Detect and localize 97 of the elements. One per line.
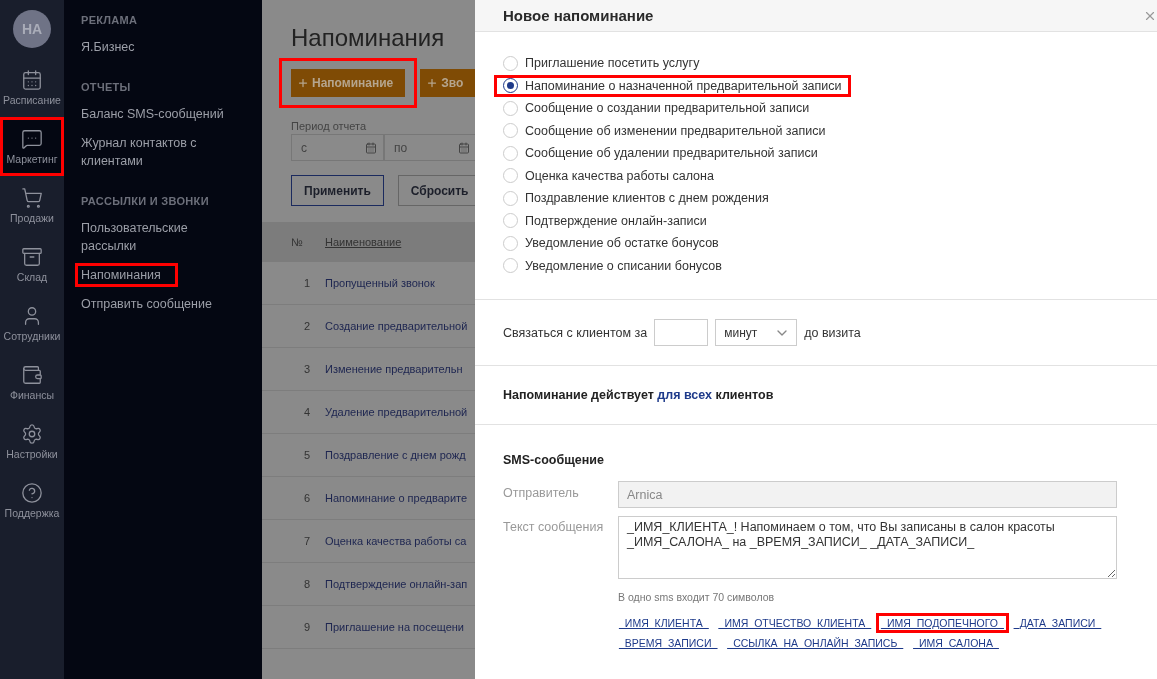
menu-item[interactable]: Я.Бизнес [75, 35, 152, 59]
nav-item[interactable]: Настройки [0, 412, 64, 471]
cart-icon [21, 187, 43, 209]
nav-label: Маркетинг [6, 153, 58, 165]
nav-label: Склад [16, 271, 48, 283]
unit-dropdown[interactable]: минут [715, 319, 798, 346]
nav-label: Продажи [10, 212, 54, 224]
nav-item[interactable]: Расписание [0, 58, 64, 117]
field-label: Период отчета [290, 119, 368, 134]
option-label: Сообщение об изменении предварительной записи [525, 123, 826, 138]
option-label: Подтверждение онлайн-записи [525, 213, 707, 228]
variable-link[interactable]: _ДАТА_ЗАПИСИ_ [1008, 613, 1107, 633]
menu-item[interactable]: Пользовательские рассылки [75, 216, 262, 258]
wallet-icon [21, 364, 43, 386]
nav-label: Финансы [9, 389, 55, 401]
calendar-icon [458, 141, 470, 154]
table-cell[interactable]: Изменение предварительн [310, 363, 463, 375]
radio-option[interactable]: Напоминание о назначенной предварительной записи [494, 74, 851, 97]
table-cell[interactable]: Приглашение на посещени [310, 621, 464, 633]
table-cell-text: 8 [302, 578, 310, 590]
menu-item[interactable]: Баланс SMS-сообщений [75, 102, 241, 126]
number-field[interactable] [654, 319, 709, 346]
table-cell[interactable]: Поздравление с днем рожд [310, 449, 466, 461]
table-cell[interactable]: Пропущенный звонок [310, 277, 435, 289]
dialog-title: Новое напоминание [503, 7, 654, 24]
nav-item[interactable]: Финансы [0, 353, 64, 412]
radio-option[interactable]: Приглашение посетить услугу [494, 52, 709, 75]
table-cell[interactable]: Удаление предварительной [310, 406, 468, 418]
menu-item[interactable]: Отправить сообщение [75, 292, 229, 316]
help-icon [21, 482, 43, 504]
calendar-icon [21, 69, 43, 91]
archive-box-icon [21, 246, 43, 268]
table-cell-text: 7 [302, 535, 310, 547]
scope-text: Напоминание действует для всех клиентов [503, 388, 774, 402]
table-cell[interactable]: Создание предварительной [310, 320, 468, 332]
variable-link[interactable]: _ИМЯ_КЛИЕНТА_ [614, 613, 714, 633]
nav-label: Поддержка [4, 507, 60, 519]
table-cell-text: 9 [302, 621, 310, 633]
plus-icon [426, 77, 439, 89]
table-cell-text: 5 [302, 449, 310, 461]
radio-option[interactable]: Сообщение о создании предварительной записи [494, 97, 819, 120]
option-label: Уведомление об остатке бонусов [525, 236, 719, 251]
section-heading: SMS-сообщение [503, 453, 605, 467]
variable-link[interactable]: _ИМЯ_ПОДОПЕЧНОГО_ [876, 613, 1009, 633]
field-label: Связаться с клиентом за [503, 325, 648, 340]
settings-icon [21, 423, 43, 445]
radio-option[interactable]: Поздравление клиентов с днем рождения [494, 187, 778, 210]
hint-text: В одно sms входит 70 символов [618, 591, 776, 603]
variable-link[interactable]: _ИМЯ_ОТЧЕСТВО_КЛИЕНТА_ [713, 613, 877, 633]
nav-label: Настройки [6, 448, 58, 460]
apply-button[interactable]: Применить [291, 175, 384, 206]
option-label: Уведомление о списании бонусов [525, 258, 722, 273]
table-cell[interactable]: Подтверждение онлайн-зап [310, 578, 468, 590]
nav-item[interactable]: Сотрудники [0, 294, 64, 353]
menu-item[interactable]: Напоминания [75, 263, 178, 287]
option-label: Оценка качества работы салона [525, 168, 714, 183]
chat-bubble-icon [21, 128, 43, 150]
option-label: Сообщение о создании предварительной записи [525, 101, 810, 116]
nav-label: Расписание [3, 94, 61, 106]
column-header: № [290, 236, 304, 248]
nav-item[interactable]: Маркетинг [0, 117, 64, 176]
option-label: Напоминание о назначенной предварительной записи [525, 78, 842, 93]
radio-option[interactable]: Сообщение об удалении предварительной записи [494, 142, 827, 165]
menu-heading: РЕКЛАМА [81, 14, 139, 26]
calendar-icon [365, 141, 377, 154]
radio-option[interactable]: Подтверждение онлайн-записи [494, 209, 716, 232]
page-title: Напоминания [290, 23, 446, 52]
radio-option[interactable]: Уведомление о списании бонусов [494, 254, 731, 277]
nav-label: Сотрудники [3, 330, 61, 342]
menu-item[interactable]: Журнал контактов с клиентами [75, 131, 262, 173]
nav-item[interactable]: Продажи [0, 176, 64, 235]
plus-icon [297, 77, 309, 89]
variable-link[interactable]: _ИМЯ_САЛОНА_ [908, 633, 1004, 653]
message-textarea[interactable]: _ИМЯ_КЛИЕНТА_! Напоминаем о том, что Вы записаны в салон красоты _ИМЯ_САЛОНА_ на _ВРЕМЯ_ЗАПИСИ_ _ДАТА_ЗАПИСИ_ [618, 516, 1117, 579]
nav-item[interactable]: Поддержка [0, 471, 64, 530]
table-cell-text: 1 [302, 277, 310, 289]
option-label: Поздравление клиентов с днем рождения [525, 191, 769, 206]
table-cell-text: 6 [302, 492, 310, 504]
menu-heading: РАССЫЛКИ И ЗВОНКИ [81, 195, 210, 207]
field-label: до визита [804, 325, 861, 340]
field-label: Текст сообщения [503, 519, 605, 534]
table-cell[interactable]: Напоминание о предварите [310, 492, 468, 504]
scope-link[interactable]: для всех [657, 388, 712, 402]
table-cell-text: 2 [302, 320, 310, 332]
variable-link[interactable]: _ВРЕМЯ_ЗАПИСИ_ [614, 633, 723, 653]
variable-link[interactable]: _ССЫЛКА_НА_ОНЛАЙН_ЗАПИСЬ_ [722, 633, 909, 653]
table-cell-text: 3 [302, 363, 310, 375]
table-cell-text: 4 [302, 406, 310, 418]
radio-option[interactable]: Уведомление об остатке бонусов [494, 232, 728, 255]
option-label: Сообщение об удалении предварительной записи [525, 146, 818, 161]
option-label: Приглашение посетить услугу [525, 56, 700, 71]
nav-item[interactable]: Склад [0, 235, 64, 294]
table-cell[interactable]: Оценка качества работы са [310, 535, 467, 547]
radio-option[interactable]: Сообщение об изменении предварительной записи [494, 119, 835, 142]
radio-option[interactable]: Оценка качества работы салона [494, 164, 723, 187]
field-label: Отправитель [503, 485, 580, 500]
menu-heading: ОТЧЕТЫ [81, 81, 132, 93]
